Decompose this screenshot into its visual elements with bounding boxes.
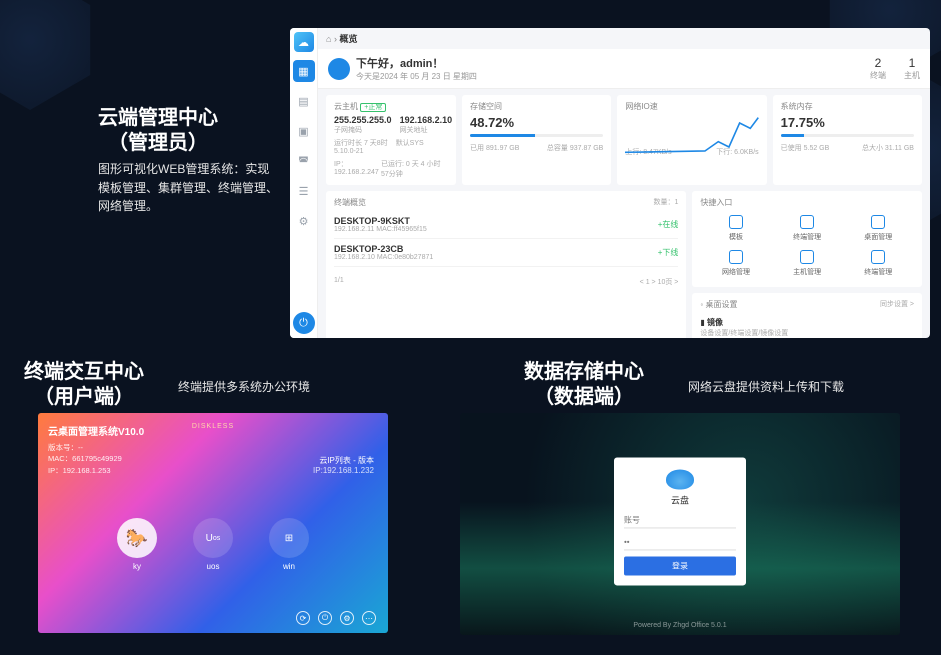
nav-host-icon[interactable]: ▣ [293,120,315,142]
nav-power-icon[interactable]: ⏻ [293,312,315,334]
os-option-uos[interactable]: Uos uos [193,518,233,571]
admin-section-desc: 图形可视化WEB管理系统：实现模板管理、集群管理、终端管理、网络管理。 [98,160,280,216]
breadcrumb: ⌂ › 概览 [318,28,930,49]
terminal-section-desc: 终端提供多系统办公环境 [178,378,310,397]
quicklink[interactable]: 网络管理 [700,246,771,281]
dashboard-header: 下午好，admin！ 今天是2024 年 05 月 23 日 星期四 2终端 1… [318,49,930,89]
metric-terminal-count: 2 [870,56,886,70]
nav-overview-icon[interactable]: ▦ [293,60,315,82]
breadcrumb-home-icon[interactable]: ⌂ [326,34,331,44]
server-info: 云IP列表 - 版本 IP:192.168.1.232 [313,455,374,475]
terminal-panel: 终端概览 数量：1 DESKTOP-9KSKT 192.168.2.11 MAC… [326,191,686,338]
nav-template-icon[interactable]: ▤ [293,90,315,112]
quicklink[interactable]: 终端管理 [772,211,843,246]
metric-host-count: 1 [904,56,920,70]
terminal-section-title: 终端交互中心 （用户端） [24,360,144,410]
power-icon[interactable]: ⏻ [318,611,332,625]
logo-icon: ☁ [294,32,314,52]
greeting-text: 下午好，admin！ [356,55,477,71]
quicklinks-panel: 快捷入口 模板 终端管理 桌面管理 网络管理 主机管理 终端管理 [692,191,922,287]
login-title: 云盘 [624,493,736,506]
cloud-section-desc: 网络云盘提供资料上传和下载 [688,378,844,397]
host-uptime: 已运行: 0 天 4 小时 57分钟 [381,159,448,179]
admin-section-title: 云端管理中心 （管理员） [98,106,218,156]
quicklink[interactable]: 主机管理 [772,246,843,281]
host-ip: IP：192.168.2.247 [334,159,381,179]
desktop-settings-panel: ◦ 桌面设置 同步设置 > ▮ 镜像 设备设置/终端设置/镜像设置 语言 汉语 … [692,293,922,338]
diskless-label: DISKLESS [192,423,234,430]
username-input[interactable] [624,512,736,528]
terminal-row[interactable]: DESKTOP-9KSKT 192.168.2.11 MAC:ff45965f1… [334,211,678,239]
quicklink[interactable]: 桌面管理 [843,211,914,246]
breadcrumb-page: 概览 [339,34,357,44]
os-option-win[interactable]: ⊞ win [269,518,309,571]
refresh-icon[interactable]: ⟳ [296,611,310,625]
quicklink[interactable]: 终端管理 [843,246,914,281]
quicklink[interactable]: 模板 [700,211,771,246]
nav-user-icon[interactable]: ☰ [293,180,315,202]
storage-card: 存储空间 48.72% 已用 891.97 GB 总容量 937.87 GB [462,95,611,185]
terminal-row[interactable]: DESKTOP-23CB 192.168.2.10 MAC:0e80b27871… [334,239,678,267]
os-option-ky[interactable]: 🐎 ky [117,518,157,571]
memory-card: 系统内存 17.75% 已使用 5.52 GB 总大小 31.11 GB [773,95,922,185]
gear-icon[interactable]: ⚙ [340,611,354,625]
admin-dashboard: ☁ ▦ ▤ ▣ ◚ ☰ ⚙ ⏻ ⌂ › 概览 下午好，admin！ 今天是202… [290,28,930,338]
password-input[interactable] [624,534,736,550]
pager[interactable]: < 1 > 10页 > [640,277,679,287]
date-text: 今天是2024 年 05 月 23 日 星期四 [356,71,477,82]
cloud-section-title: 数据存储中心 （数据端） [524,360,644,410]
nav-gear-icon[interactable]: ⚙ [293,210,315,232]
cloud-icon [666,469,694,489]
login-button[interactable]: 登录 [624,556,736,575]
host-card: 云主机 +正常 255.255.255.0子网掩码 192.168.2.10网关… [326,95,456,185]
nav-terminal-icon[interactable]: ◚ [293,150,315,172]
sync-link[interactable]: 同步设置 > [880,299,914,313]
network-card: 网络IO速 上行: 8.47KB/s 下行: 6.0KB/s [617,95,766,185]
avatar[interactable] [328,58,350,80]
more-icon[interactable]: ⋯ [362,611,376,625]
admin-sidebar: ☁ ▦ ▤ ▣ ◚ ☰ ⚙ ⏻ [290,28,318,338]
cloud-login-panel: 云盘 登录 Powered By Zhgd Office 5.0.1 [460,413,900,635]
copyright-text: Powered By Zhgd Office 5.0.1 [460,622,900,629]
terminal-client: 云桌面管理系统V10.0 DISKLESS 版本号：-- MAC：661795c… [38,413,388,633]
